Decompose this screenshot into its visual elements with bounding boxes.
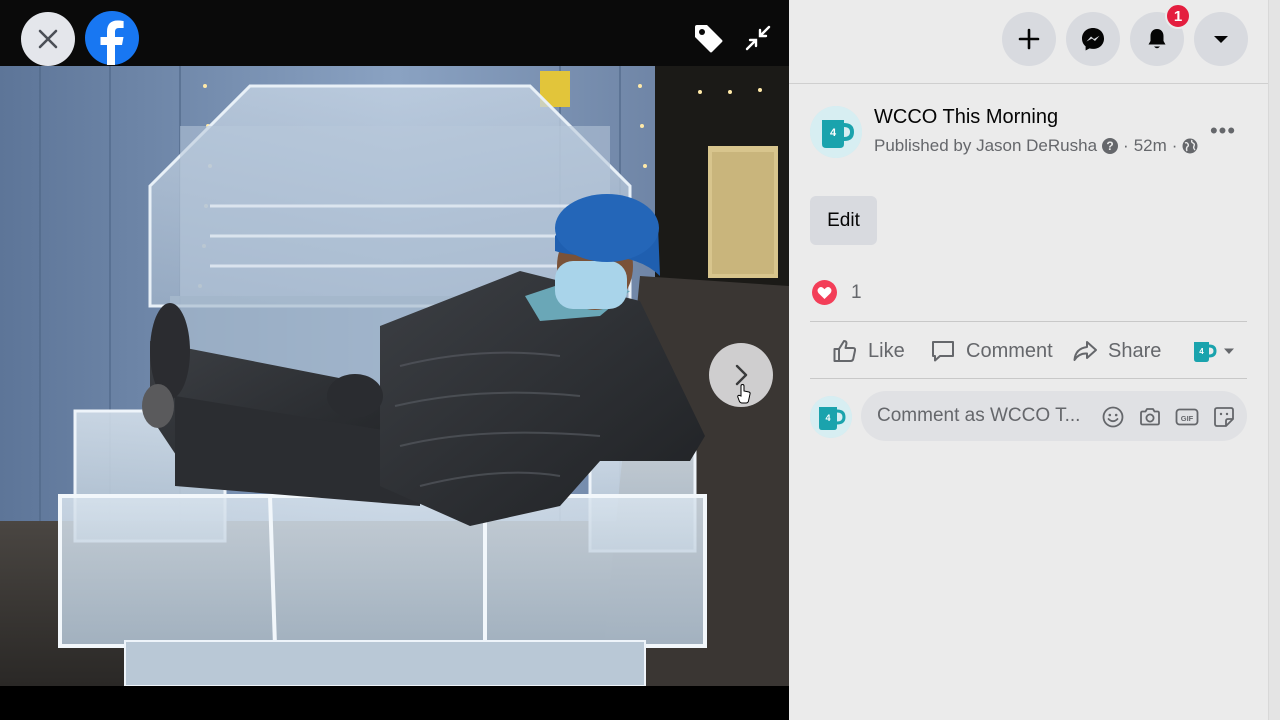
plus-icon (1018, 28, 1040, 50)
messenger-button[interactable] (1066, 12, 1120, 66)
post-meta: Published by Jason DeRusha ? · 52m · (874, 136, 1198, 156)
comment-input[interactable]: Comment as WCCO T... GIF (861, 391, 1247, 441)
emoji-icon (1102, 406, 1123, 427)
svg-text:4: 4 (1199, 347, 1204, 356)
mug-logo-icon: 4 (1194, 342, 1217, 362)
caret-down-icon (1224, 348, 1234, 354)
tag-photo-button[interactable] (688, 18, 728, 58)
close-icon (38, 29, 58, 49)
gif-button[interactable]: GIF (1173, 403, 1200, 430)
actions-top-divider (810, 321, 1247, 322)
svg-text:GIF: GIF (1180, 413, 1193, 422)
reaction-count: 1 (851, 281, 862, 303)
bell-icon (1148, 29, 1166, 49)
edit-button[interactable]: Edit (810, 196, 877, 245)
create-button[interactable] (1002, 12, 1056, 66)
post-time[interactable]: 52m (1134, 136, 1167, 156)
react-as-selector[interactable]: 4 (1190, 330, 1236, 372)
facebook-logo-icon (100, 20, 124, 65)
meta-separator: · (1123, 136, 1129, 155)
thumbs-up-icon (833, 340, 857, 362)
published-by: Published by Jason DeRusha (874, 136, 1098, 155)
close-button[interactable] (21, 12, 75, 66)
emoji-button[interactable] (1099, 403, 1126, 430)
photo-viewer (0, 0, 789, 720)
meta-separator-2: · (1171, 136, 1178, 155)
share-label: Share (1108, 339, 1162, 362)
mug-logo-icon: 4 (810, 396, 852, 438)
commenter-avatar[interactable]: 4 (810, 396, 852, 438)
comment-tools: GIF (1099, 403, 1237, 430)
sticker-icon (1213, 406, 1234, 427)
exit-fullscreen-button[interactable] (738, 18, 778, 58)
post-actions: Like Comment Share 4 (810, 330, 1247, 372)
comment-label: Comment (966, 339, 1053, 362)
account-menu-button[interactable] (1194, 12, 1248, 66)
more-options-button[interactable]: ••• (1206, 116, 1240, 146)
share-button[interactable]: Share (1072, 330, 1161, 372)
notification-badge: 1 (1165, 3, 1191, 29)
header-divider (789, 83, 1268, 84)
caret-down-icon (1214, 36, 1228, 43)
mug-logo-icon: 4 (810, 106, 862, 158)
reaction-summary[interactable]: 1 (812, 280, 862, 305)
actions-bottom-divider (810, 378, 1247, 379)
like-label: Like (868, 339, 905, 362)
camera-icon (1139, 407, 1160, 425)
globe-icon (1182, 138, 1198, 154)
panel-scrollbar[interactable] (1268, 0, 1280, 720)
messenger-icon (1082, 28, 1104, 51)
love-reaction-icon (812, 280, 837, 305)
comment-icon (932, 341, 954, 362)
page-avatar[interactable]: 4 (810, 106, 862, 158)
collapse-icon (745, 25, 771, 51)
tag-icon (695, 25, 723, 53)
svg-text:4: 4 (830, 127, 837, 139)
svg-text:4: 4 (825, 413, 830, 423)
sticker-button[interactable] (1210, 403, 1237, 430)
page-name[interactable]: WCCO This Morning (874, 106, 1058, 129)
facebook-logo[interactable] (85, 11, 139, 65)
help-icon[interactable]: ? (1102, 138, 1119, 154)
gif-icon: GIF (1175, 408, 1198, 425)
photo-button[interactable] (1136, 403, 1163, 430)
comment-button[interactable]: Comment (930, 330, 1053, 372)
share-icon (1073, 341, 1097, 361)
like-button[interactable]: Like (832, 330, 905, 372)
comment-placeholder: Comment as WCCO T... (877, 405, 1081, 426)
photo-illustration (0, 66, 789, 686)
hand-cursor-icon (737, 384, 751, 404)
post-photo[interactable] (0, 66, 789, 686)
